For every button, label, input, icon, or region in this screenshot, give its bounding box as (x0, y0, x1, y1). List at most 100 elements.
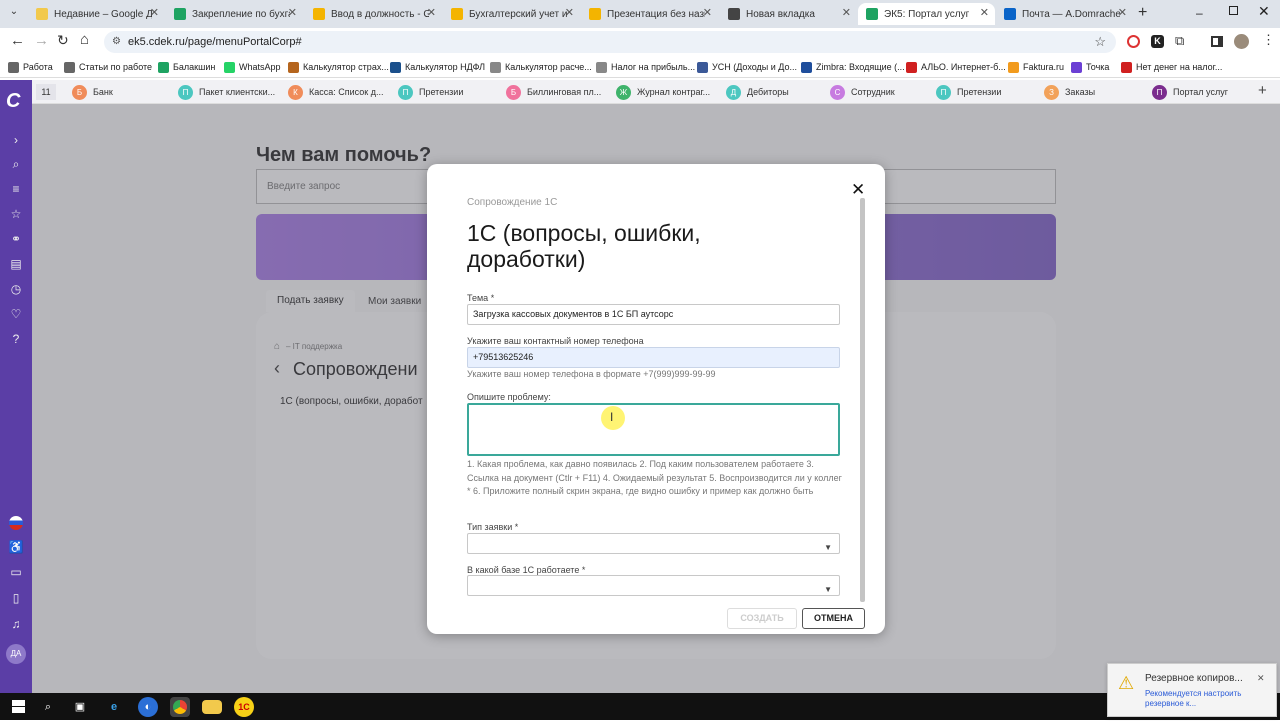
tab-close-icon[interactable]: ✕ (150, 6, 159, 19)
bookmark-item[interactable]: Балакшин (158, 59, 215, 75)
tray-app-icon[interactable]: ◐ (138, 697, 158, 717)
minimize-icon[interactable]: – (1196, 6, 1203, 20)
bookmark-star-icon[interactable]: ☆ (1094, 31, 1106, 53)
edge-icon[interactable]: e (104, 697, 124, 717)
chat-icon[interactable]: ▭ (8, 564, 24, 580)
help-icon[interactable]: ? (8, 331, 24, 347)
notification-close-icon[interactable]: ✕ (1257, 673, 1265, 684)
home-icon[interactable]: ⌂ (80, 31, 89, 48)
back-icon[interactable]: ← (10, 32, 25, 49)
tab-close-icon[interactable]: ✕ (288, 6, 297, 19)
address-bar[interactable]: ⚙ ek5.cdek.ru/page/menuPortalCorp# ☆ (104, 31, 1116, 53)
phone-icon[interactable]: ▯ (8, 590, 24, 606)
browser-tab[interactable]: Почта — A.Domracheva@✕ (996, 3, 1133, 25)
extensions-puzzle-icon[interactable]: ⧉ (1175, 33, 1184, 49)
bookmark-item[interactable]: Калькулятор страх... (288, 59, 389, 75)
app-tab[interactable]: С Сотрудник (830, 83, 934, 101)
app-tab[interactable]: П Портал услуг (1152, 83, 1256, 101)
problem-textarea[interactable] (467, 403, 840, 456)
chrome-icon[interactable] (170, 697, 190, 717)
app-tab[interactable]: З Заказы (1044, 83, 1148, 101)
app-tab[interactable]: Б Биллинговая пл... (506, 83, 610, 101)
link-icon[interactable]: ⚭ (8, 231, 24, 247)
base-select[interactable]: ▼ (467, 575, 840, 596)
browser-tab[interactable]: Недавние – Google Диск✕ (28, 3, 165, 25)
clock-icon[interactable]: ◷ (8, 281, 24, 297)
backup-notification[interactable]: ⚠ Резервное копиров... ✕ Рекомендуется н… (1107, 663, 1277, 717)
bookmark-item[interactable]: Точка (1071, 59, 1109, 75)
modal-scrollbar[interactable] (860, 198, 865, 602)
language-flag-icon[interactable] (9, 516, 23, 530)
close-icon[interactable]: ✕ (851, 180, 865, 200)
close-window-icon[interactable]: ✕ (1258, 3, 1270, 20)
app-tab[interactable]: Б Банк (72, 83, 176, 101)
browser-tab[interactable]: Новая вкладка ✕ (720, 3, 857, 25)
document-icon[interactable]: ▤ (8, 256, 24, 272)
phone-input[interactable]: +79513625246 (467, 347, 840, 368)
tab-search-chevron-icon[interactable]: ⌄ (6, 6, 22, 22)
site-info-icon[interactable]: ⚙ (112, 31, 121, 53)
tab-count-badge[interactable]: 11 (36, 84, 56, 100)
browser-tab[interactable]: ЭК5: Портал услуг ✕ (858, 3, 995, 25)
bookmark-item[interactable]: АЛЬО. Интернет-б... (906, 59, 1006, 75)
bookmark-item[interactable]: Нет денег на налог... (1121, 59, 1222, 75)
browser-tab[interactable]: Бухгалтерский учет и на✕ (443, 3, 580, 25)
app-tab[interactable]: Ж Журнал контраг... (616, 83, 720, 101)
tab-close-icon[interactable]: ✕ (1118, 6, 1127, 19)
forward-icon[interactable]: → (34, 32, 49, 49)
browser-tab[interactable]: Презентация без названи✕ (581, 3, 718, 25)
bookmark-label: Zimbra: Входящие (... (816, 62, 905, 72)
menu-dots-icon[interactable]: ⋮ (1262, 32, 1275, 48)
app-logo-icon[interactable]: C (6, 90, 20, 113)
bookmark-item[interactable]: Faktura.ru (1008, 59, 1064, 75)
taskbar-search-icon[interactable]: ⌕ (38, 697, 58, 717)
bell-icon[interactable]: ♫ (8, 616, 24, 632)
new-tab-button[interactable]: + (1138, 4, 1147, 22)
user-avatar[interactable]: ДА (6, 644, 26, 664)
star-icon[interactable]: ☆ (8, 206, 24, 222)
tab-favicon-icon (174, 8, 186, 20)
cancel-button[interactable]: ОТМЕНА (802, 608, 865, 629)
heart-icon[interactable]: ♡ (8, 306, 24, 322)
app-tab[interactable]: К Касса: Список д... (288, 83, 392, 101)
extension-stop-icon[interactable] (1127, 35, 1140, 48)
bookmark-item[interactable]: Статьи по работе (64, 59, 152, 75)
task-view-icon[interactable]: ▣ (70, 697, 90, 717)
extension-k-icon[interactable]: K (1151, 35, 1164, 48)
modal-title: 1С (вопросы, ошибки, доработки) (467, 220, 701, 272)
file-explorer-icon[interactable] (202, 700, 222, 714)
tab-close-icon[interactable]: ✕ (980, 6, 989, 19)
bookmark-item[interactable]: Калькулятор НДФЛ (390, 59, 485, 75)
topic-input[interactable]: Загрузка кассовых документов в 1С БП аут… (467, 304, 840, 325)
bookmark-item[interactable]: WhatsApp (224, 59, 281, 75)
tab-close-icon[interactable]: ✕ (842, 6, 851, 19)
windows-start-icon[interactable] (12, 700, 25, 713)
reload-icon[interactable]: ↻ (57, 32, 69, 49)
app-tab[interactable]: П Претензии (398, 83, 502, 101)
accessibility-icon[interactable]: ♿ (8, 539, 24, 555)
request-type-select[interactable]: ▼ (467, 533, 840, 554)
create-button[interactable]: СОЗДАТЬ (727, 608, 797, 629)
restore-icon[interactable] (1229, 6, 1238, 15)
tab-close-icon[interactable]: ✕ (427, 6, 436, 19)
tab-close-icon[interactable]: ✕ (703, 6, 712, 19)
bookmark-item[interactable]: УСН (Доходы и До... (697, 59, 797, 75)
search-icon[interactable]: ⌕ (8, 156, 24, 172)
bookmark-item[interactable]: Налог на прибыль... (596, 59, 695, 75)
bookmark-item[interactable]: Калькулятор расче... (490, 59, 592, 75)
tab-close-icon[interactable]: ✕ (565, 6, 574, 19)
app-tab[interactable]: П Пакет клиентски... (178, 83, 282, 101)
profile-avatar[interactable] (1234, 34, 1249, 49)
expand-chevron-icon[interactable]: › (8, 132, 24, 148)
browser-tab[interactable]: Закрепление по бухгалте✕ (166, 3, 303, 25)
browser-tab[interactable]: Ввод в должность - Goog✕ (305, 3, 442, 25)
bookmark-item[interactable]: Zimbra: Входящие (... (801, 59, 905, 75)
app-tab[interactable]: Д Дебиторы (726, 83, 830, 101)
menu-icon[interactable]: ≡ (8, 181, 24, 197)
side-panel-icon[interactable] (1211, 36, 1223, 47)
warning-icon: ⚠ (1118, 673, 1135, 693)
add-tab-icon[interactable]: + (1258, 82, 1267, 99)
1c-icon[interactable]: 1С (234, 697, 254, 717)
bookmark-item[interactable]: Работа (8, 59, 53, 75)
app-tab[interactable]: П Претензии (936, 83, 1040, 101)
